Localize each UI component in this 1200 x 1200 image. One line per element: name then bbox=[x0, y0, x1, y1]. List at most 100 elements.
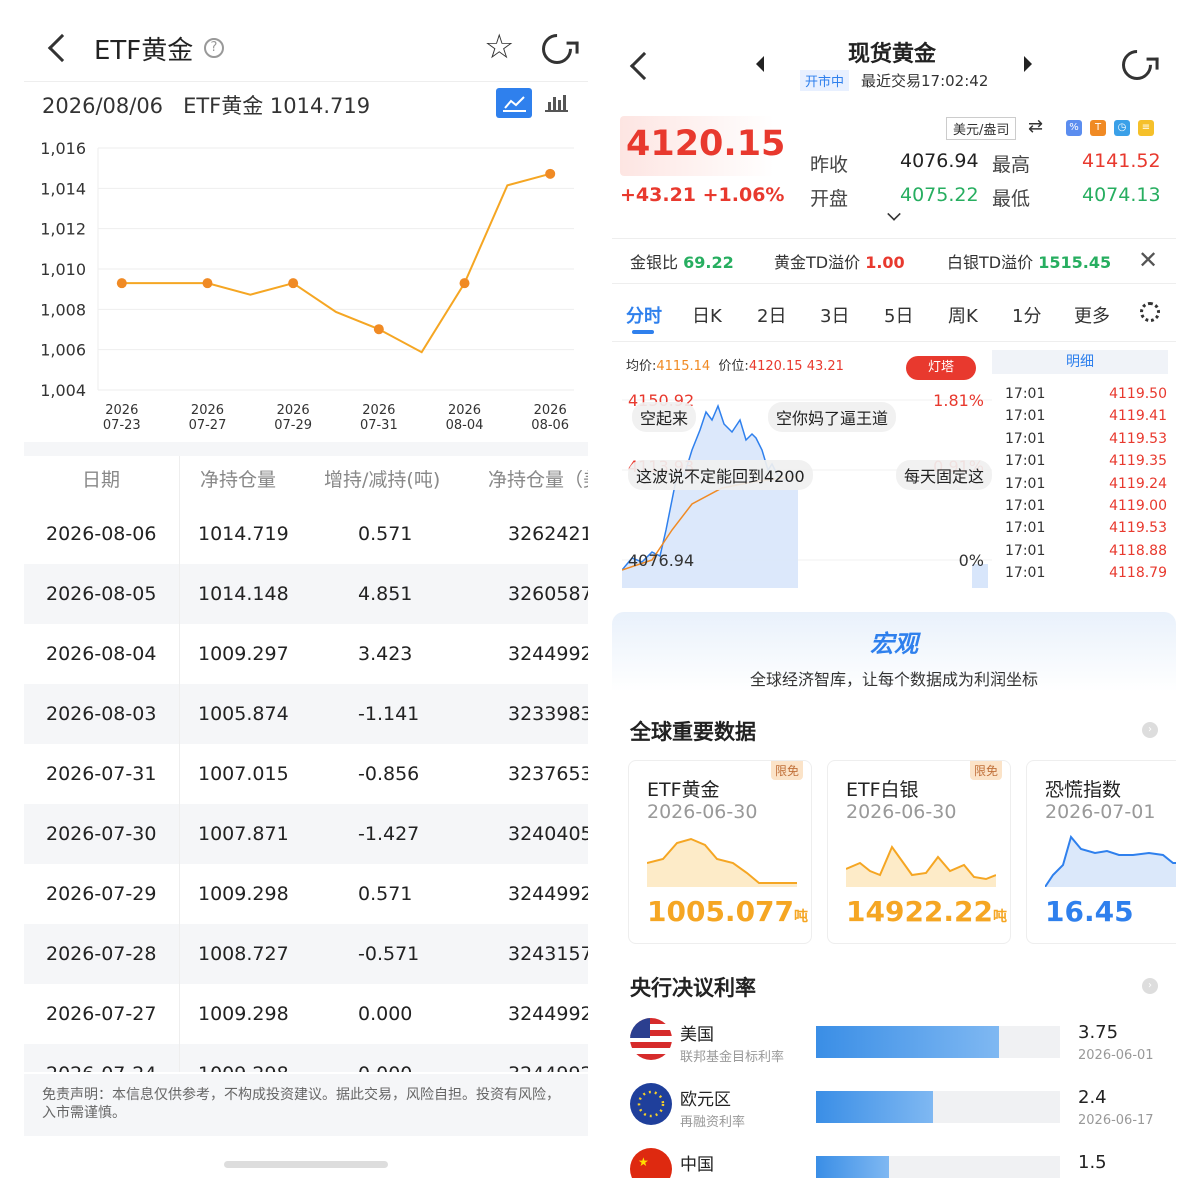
line-chart-toggle[interactable] bbox=[496, 88, 532, 118]
home-indicator[interactable] bbox=[224, 1161, 388, 1168]
data-card-etf-gold[interactable]: 限免 ETF黄金 2026-06-30 1005.077吨 bbox=[628, 760, 812, 944]
card-date: 2026-06-30 bbox=[647, 801, 758, 823]
comment-bubble: 这波说不定能回到4200 bbox=[628, 460, 813, 490]
table-cell: 32404058 bbox=[508, 823, 588, 845]
comment-bubble: 空你妈了逼王道 bbox=[768, 402, 897, 432]
unit-selector[interactable]: 美元/盎司 bbox=[946, 117, 1017, 140]
header-net-holding-usd: 净持仓量（美 bbox=[488, 469, 588, 491]
back-icon[interactable] bbox=[47, 33, 77, 63]
country-name: 中国 bbox=[680, 1155, 714, 1175]
global-data-title: 全球重要数据 bbox=[630, 720, 756, 744]
ratio-gold-silver: 金银比 69.22 bbox=[630, 253, 734, 272]
y-tick-label: 1,010 bbox=[40, 260, 86, 279]
tab-3day[interactable]: 3日 bbox=[820, 302, 849, 328]
refresh-icon[interactable] bbox=[1115, 43, 1159, 87]
spot-gold-panel: 现货黄金 开市中 最近交易17:02:42 4120.15 +43.21 +1.… bbox=[612, 0, 1176, 1200]
data-point bbox=[116, 278, 127, 289]
tick-row: 17:01 4119.35 bbox=[1005, 453, 1167, 475]
chevron-right-icon[interactable]: › bbox=[1142, 978, 1158, 994]
tab-more[interactable]: 更多 bbox=[1074, 302, 1110, 328]
table-row: 2026-08-03 1005.874 -1.141 32339839 bbox=[24, 684, 588, 744]
tick-price: 4119.50 bbox=[1109, 386, 1167, 402]
swap-icon[interactable]: ⇄ bbox=[1028, 116, 1043, 137]
rate-date: 2026-06-17 bbox=[1078, 1113, 1154, 1128]
rate-type: 再融资利率 bbox=[680, 1115, 746, 1130]
y-tick-label: 1,006 bbox=[40, 341, 86, 360]
tab-5day[interactable]: 5日 bbox=[884, 302, 913, 328]
chevron-right-icon[interactable]: › bbox=[1142, 722, 1158, 738]
refresh-icon[interactable] bbox=[535, 27, 579, 71]
tab-weekly-k[interactable]: 周K bbox=[948, 302, 978, 328]
tab-1min[interactable]: 1分 bbox=[1012, 302, 1041, 328]
comment-bubble: 每天固定这 bbox=[896, 460, 992, 490]
data-point bbox=[202, 278, 213, 289]
avg-price-line: 均价:4115.14 价位:4120.15 43.21 bbox=[626, 359, 844, 374]
clock-icon[interactable]: ◷ bbox=[1114, 120, 1130, 136]
header-change: 增持/减持(吨) bbox=[324, 469, 441, 491]
tick-time: 17:01 bbox=[1005, 430, 1046, 447]
question-circle-icon[interactable]: ? bbox=[204, 38, 224, 58]
tab-intraday[interactable]: 分时 bbox=[626, 302, 662, 328]
data-point bbox=[288, 278, 299, 289]
back-icon[interactable] bbox=[629, 51, 659, 81]
rates-title: 央行决议利率 bbox=[630, 976, 756, 1000]
x-tick-label: 2026 bbox=[105, 403, 138, 418]
data-card-vix[interactable]: 恐慌指数 2026-07-01 16.45 bbox=[1026, 760, 1176, 944]
svg-text:★: ★ bbox=[638, 1155, 649, 1169]
prev-instrument-icon[interactable] bbox=[756, 56, 764, 72]
y-tick-label: 1,016 bbox=[40, 139, 86, 158]
y-tick-label: 1,014 bbox=[40, 179, 86, 198]
low-value: 4074.13 bbox=[1082, 184, 1161, 206]
card-value: 1005.077吨 bbox=[647, 895, 809, 928]
last-trade-time: 最近交易17:02:42 bbox=[861, 72, 989, 90]
rate-value: 3.75 bbox=[1078, 1022, 1119, 1043]
star-icon[interactable]: ☆ bbox=[484, 28, 514, 66]
table-cell: -0.856 bbox=[358, 763, 420, 785]
table-row: 2026-07-27 1009.298 0.000 32449922 bbox=[24, 984, 588, 1044]
table-cell: 2026-07-31 bbox=[46, 763, 157, 785]
tick-row: 17:01 4118.79 bbox=[1005, 565, 1167, 587]
x-tick-label: 07-29 bbox=[274, 418, 312, 433]
table-cell: 1014.148 bbox=[198, 583, 289, 605]
base-pct-label: 0% bbox=[959, 551, 984, 570]
bar-icon[interactable]: T bbox=[1090, 120, 1106, 136]
card-name: ETF黄金 bbox=[647, 779, 720, 801]
table-cell: 32431577 bbox=[508, 943, 588, 965]
top-pct-label: 1.81% bbox=[933, 391, 984, 410]
table-cell: -0.571 bbox=[358, 943, 420, 965]
tab-daily-k[interactable]: 日K bbox=[692, 302, 722, 328]
rate-type: 联邦基金目标利率 bbox=[680, 1050, 785, 1065]
tick-row: 17:01 4119.00 bbox=[1005, 498, 1167, 520]
rate-bar-fill bbox=[816, 1026, 999, 1058]
high-label: 最高 bbox=[992, 154, 1031, 176]
chevron-down-icon[interactable] bbox=[887, 207, 901, 221]
prev-close-value: 4076.94 bbox=[900, 150, 979, 172]
tick-time: 17:01 bbox=[1005, 475, 1046, 492]
rate-row-us[interactable]: 美国 联邦基金目标利率 3.75 2026-06-01 bbox=[612, 1018, 1176, 1074]
x-tick-label: 2026 bbox=[534, 403, 567, 418]
close-icon[interactable]: ✕ bbox=[1138, 248, 1158, 272]
doc-icon[interactable]: ≡ bbox=[1138, 120, 1154, 136]
low-label: 最低 bbox=[992, 188, 1031, 210]
lighthouse-button[interactable]: 灯塔 bbox=[906, 356, 976, 380]
x-tick-label: 2026 bbox=[448, 403, 481, 418]
percent-icon[interactable]: % bbox=[1066, 120, 1082, 136]
tab-2day[interactable]: 2日 bbox=[757, 302, 786, 328]
tick-time: 17:01 bbox=[1005, 498, 1046, 514]
table-cell: 2026-08-05 bbox=[46, 583, 157, 605]
table-cell: 1009.298 bbox=[198, 1003, 289, 1025]
gear-icon[interactable] bbox=[1140, 302, 1160, 322]
tick-detail-header[interactable]: 明细 bbox=[992, 350, 1168, 374]
free-badge: 限免 bbox=[770, 761, 803, 780]
next-instrument-icon[interactable] bbox=[1024, 56, 1032, 72]
open-value: 4075.22 bbox=[900, 184, 979, 206]
rate-row-china[interactable]: ★ 中国 1.5 bbox=[612, 1148, 1176, 1178]
x-tick-label: 2026 bbox=[191, 403, 224, 418]
table-cell: 3260587 bbox=[508, 583, 588, 605]
ratio-gold-td: 黄金TD溢价 1.00 bbox=[774, 253, 905, 272]
table-cell: 1007.015 bbox=[198, 763, 289, 785]
rate-row-eurozone[interactable]: 欧元区 再融资利率 2.4 2026-06-17 bbox=[612, 1083, 1176, 1139]
y-tick-label: 1,012 bbox=[40, 220, 86, 239]
data-card-etf-silver[interactable]: 限免 ETF白银 2026-06-30 14922.22吨 bbox=[827, 760, 1011, 944]
bar-chart-toggle[interactable] bbox=[538, 88, 574, 118]
